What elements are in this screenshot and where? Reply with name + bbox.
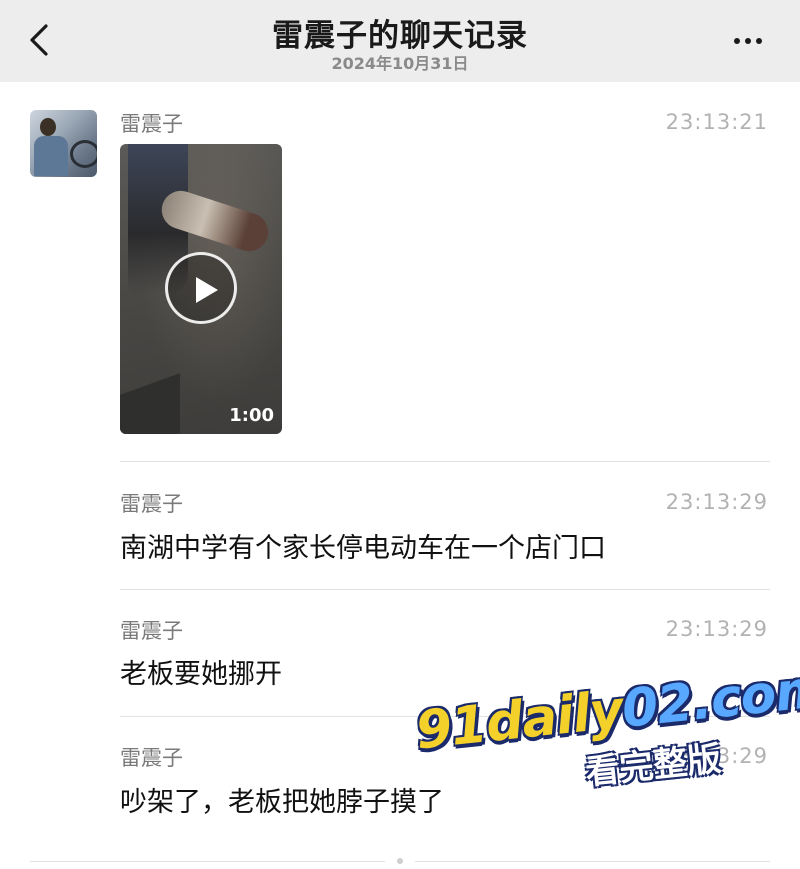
divider <box>120 589 770 590</box>
message-sender: 雷震子 <box>120 746 183 770</box>
play-icon[interactable] <box>165 252 237 324</box>
nav-bar: 雷震子的聊天记录 2024年10月31日 <box>0 0 800 82</box>
more-button[interactable] <box>722 26 774 56</box>
divider <box>120 461 770 462</box>
message-time: 23:13:21 <box>665 110 768 134</box>
message-time: 23:13:29 <box>665 490 768 514</box>
avatar[interactable] <box>30 110 97 177</box>
bottom-divider <box>415 861 770 862</box>
more-dots-icon <box>734 38 740 44</box>
message-text: 南湖中学有个家长停电动车在一个店门口 <box>120 533 606 564</box>
message-text: 老板要她挪开 <box>120 659 282 690</box>
page-title: 雷震子的聊天记录 <box>272 18 528 54</box>
message-sender: 雷震子 <box>120 492 183 516</box>
page-subtitle-date: 2024年10月31日 <box>331 54 469 73</box>
bottom-dot <box>397 858 403 864</box>
watermark-logo[interactable]: 91daily02.com 看完整版 <box>413 659 800 800</box>
video-duration: 1:00 <box>229 405 274 426</box>
message-time: 23:13:29 <box>665 617 768 641</box>
message-sender: 雷震子 <box>120 112 183 136</box>
message-text: 吵架了，老板把她脖子摸了 <box>120 787 444 818</box>
message-sender: 雷震子 <box>120 619 183 643</box>
bottom-divider <box>30 861 385 862</box>
video-message[interactable]: 1:00 <box>120 144 282 434</box>
